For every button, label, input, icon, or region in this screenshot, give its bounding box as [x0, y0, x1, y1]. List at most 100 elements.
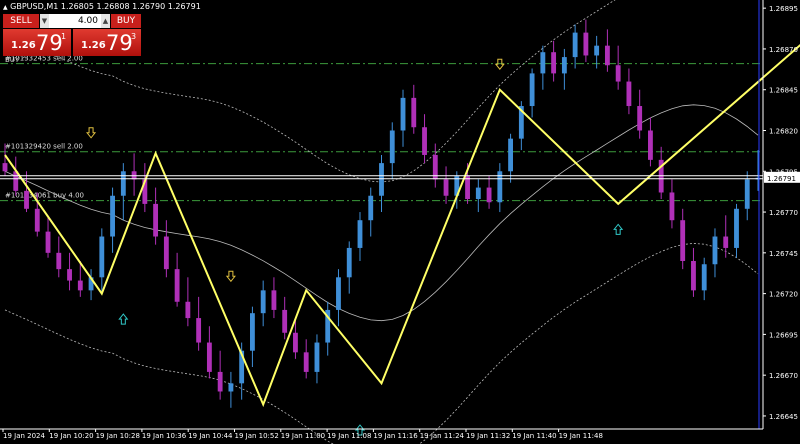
price-chart[interactable]: #101332453 sell 2.00#101329420 sell 2.00… [0, 0, 800, 444]
candle-body [67, 269, 72, 281]
candle-body [120, 171, 126, 196]
candle-body [45, 231, 51, 253]
candle-body [744, 179, 750, 209]
candle-body [712, 236, 718, 265]
candle-body [400, 97, 406, 131]
y-tick-label: 1.26895 [769, 5, 798, 13]
candle-body [206, 342, 212, 372]
candle-body [196, 318, 202, 343]
candle-body [626, 81, 632, 107]
candle-body [443, 179, 449, 196]
lot-increase-icon[interactable]: ▲ [101, 14, 110, 28]
candle-body [615, 65, 621, 82]
candle-body [357, 220, 363, 248]
lot-decrease-icon[interactable]: ▼ [40, 14, 49, 28]
x-tick-label: 19 Jan 10:44 [188, 432, 233, 440]
candle-body [529, 73, 535, 107]
x-tick-label: 19 Jan 11:00 [281, 432, 325, 440]
buy-price-fraction: 3 [131, 32, 137, 41]
candle-body [594, 45, 600, 56]
candle-body [56, 252, 62, 270]
symbol-header: ▲ GBPUSD,M1 1.26805 1.26808 1.26790 1.26… [3, 2, 201, 11]
y-tick-label: 1.26695 [769, 331, 798, 339]
x-tick-label: 19 Jan 10:20 [49, 432, 93, 440]
candle-body [551, 52, 557, 74]
candle-body [271, 290, 277, 310]
candle-body [691, 260, 696, 291]
x-tick-label: 19 Jan 10:36 [142, 432, 187, 440]
x-tick-label: 19 Jan 11:08 [327, 432, 371, 440]
y-tick-label: 1.26645 [769, 413, 798, 421]
candle-body [701, 264, 707, 291]
candle-body [583, 32, 589, 56]
buy-line-label: BUY ^ [5, 56, 28, 64]
symbol-line: GBPUSD,M1 1.26805 1.26808 1.26790 1.2679… [10, 2, 201, 11]
candle-body [249, 313, 255, 351]
candle-body [2, 163, 8, 172]
buy-price-button[interactable]: 1.26 79 3 [73, 29, 141, 56]
candle-body [346, 247, 352, 278]
chart-window: #101332453 sell 2.00 #101329420 sell 2.00… [0, 0, 800, 444]
candle-body [303, 352, 309, 372]
candle-body [734, 208, 739, 248]
candle-body [282, 309, 288, 333]
candle-body [163, 236, 169, 270]
candle-body [185, 301, 191, 319]
buy-price-prefix: 1.26 [81, 40, 106, 51]
x-tick-label: 19 Jan 2024 [3, 432, 46, 440]
candle-body [34, 208, 40, 232]
candle-body [475, 187, 481, 200]
candle-body [465, 176, 470, 200]
candle-body [174, 269, 180, 302]
candle-body [637, 106, 643, 131]
candle-body [604, 45, 610, 66]
candle-body [153, 203, 159, 237]
current-price-label: 1.26791 [767, 175, 796, 183]
x-tick-label: 19 Jan 10:52 [235, 432, 279, 440]
candle-body [228, 383, 234, 392]
y-tick-label: 1.26720 [769, 291, 798, 299]
candle-body [572, 32, 578, 58]
sell-price-pips: 79 [36, 31, 63, 55]
candle-body [648, 130, 653, 160]
candle-body [411, 97, 417, 128]
order-label: #101334061 buy 4.00 [5, 192, 84, 200]
x-tick-label: 19 Jan 11:48 [559, 432, 603, 440]
x-tick-label: 19 Jan 11:40 [512, 432, 556, 440]
candle-body [314, 342, 320, 372]
sell-button[interactable]: SELL [3, 14, 39, 28]
candle-body [77, 280, 83, 291]
y-tick-label: 1.26820 [769, 127, 798, 135]
candle-body [110, 195, 115, 237]
candle-body [723, 236, 729, 248]
candle-body [680, 220, 686, 261]
candle-body [99, 236, 105, 278]
x-tick-label: 19 Jan 11:24 [420, 432, 465, 440]
candle-body [368, 195, 374, 221]
candle-body [217, 371, 223, 392]
one-click-trading-panel: SELL ▼ 4.00 ▲ BUY 1.26 79 1 1.26 79 3 [3, 14, 141, 56]
candle-body [293, 332, 298, 353]
candle-body [389, 130, 395, 164]
candle-body [561, 57, 567, 74]
candle-body [669, 192, 675, 221]
candle-body [379, 163, 384, 196]
order-label: #101329420 sell 2.00 [5, 143, 83, 151]
x-tick-label: 19 Jan 10:28 [96, 432, 140, 440]
candle-body [540, 52, 546, 74]
lot-size-value: 4.00 [77, 16, 98, 26]
candle-body [422, 127, 427, 155]
candle-body [336, 277, 341, 310]
sell-price-button[interactable]: 1.26 79 1 [3, 29, 71, 56]
y-tick-label: 1.26870 [769, 46, 798, 54]
y-tick-label: 1.26845 [769, 87, 798, 95]
collapse-triangle-icon[interactable]: ▲ [3, 4, 8, 11]
candle-body [486, 187, 492, 203]
buy-button[interactable]: BUY [111, 14, 141, 28]
candle-body [260, 290, 266, 314]
sell-price-prefix: 1.26 [11, 40, 36, 51]
x-tick-label: 19 Jan 11:32 [466, 432, 510, 440]
y-tick-label: 1.26770 [769, 209, 798, 217]
lot-size-input[interactable]: ▼ 4.00 ▲ [40, 14, 110, 28]
y-tick-label: 1.26670 [769, 372, 798, 380]
